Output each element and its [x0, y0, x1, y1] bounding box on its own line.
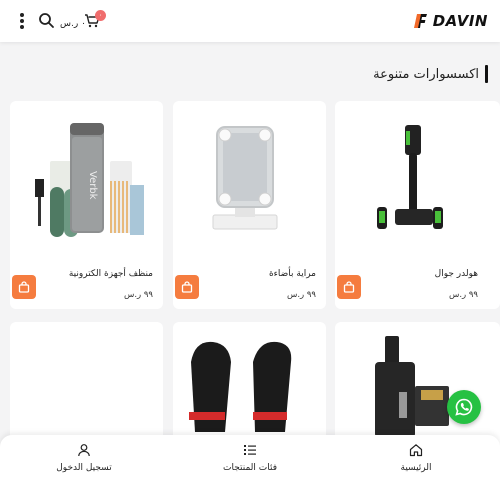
nav-categories-label: فئات المنتجات	[223, 463, 277, 473]
bottle-brand-text: Verbk	[87, 171, 98, 200]
brand-logo[interactable]: DAVIN	[413, 12, 488, 30]
product-name[interactable]: مراية بأضاءة	[269, 269, 316, 279]
nav-login-label: تسجيل الدخول	[56, 463, 112, 473]
home-icon	[409, 444, 423, 457]
cart-badge: ٠	[95, 10, 106, 21]
cart-total: ٠ ر.س	[60, 19, 86, 29]
product-card-mirror[interactable]: مراية بأضاءة ٩٩ ر.س	[173, 101, 326, 309]
section-title-bar	[485, 65, 488, 83]
user-icon	[78, 444, 90, 457]
bag-icon	[18, 281, 30, 293]
add-to-cart-button[interactable]	[12, 275, 36, 299]
product-price: ٩٩ ر.س	[123, 290, 153, 300]
section-title: اكسسوارات متنوعة	[373, 64, 488, 84]
product-image-cleaner: Verbk	[10, 101, 163, 261]
logo-text: DAVIN	[432, 12, 488, 30]
logo-mark-icon	[413, 13, 431, 29]
list-icon	[244, 445, 256, 455]
nav-home-label: الرئيسية	[400, 463, 432, 473]
product-image-mirror	[173, 101, 326, 261]
bag-icon	[343, 281, 355, 293]
product-price: ٩٩ ر.س	[286, 290, 316, 300]
product-price: ٩٩ ر.س	[448, 290, 478, 300]
product-card-cleaner[interactable]: Verbk منظف أجهزة الكترونية ٩٩ ر.س	[10, 101, 163, 309]
product-name[interactable]: منظف أجهزة الكترونية	[69, 269, 153, 279]
product-image-holder	[335, 101, 488, 261]
page: ٠ ر.س ٠ DAVIN اكسسوارات متنوعة Verbk منظ…	[0, 0, 500, 500]
bottom-nav: تسجيل الدخول فئات المنتجات الرئيسية	[0, 435, 500, 500]
whatsapp-icon	[455, 398, 473, 416]
product-name[interactable]: هولدر جوال	[435, 269, 478, 279]
cart-button[interactable]: ٠ ر.س ٠	[60, 10, 108, 33]
whatsapp-button[interactable]	[447, 390, 481, 424]
menu-dots-icon[interactable]	[14, 13, 30, 29]
add-to-cart-button[interactable]	[175, 275, 199, 299]
top-header: ٠ ر.س ٠ DAVIN	[0, 0, 500, 42]
nav-login[interactable]: تسجيل الدخول	[24, 443, 144, 483]
section-title-text: اكسسوارات متنوعة	[373, 66, 479, 82]
search-icon[interactable]	[38, 12, 55, 29]
nav-home[interactable]: الرئيسية	[356, 443, 476, 483]
add-to-cart-button[interactable]	[337, 275, 361, 299]
nav-categories[interactable]: فئات المنتجات	[190, 443, 310, 483]
product-card-holder[interactable]: هولدر جوال ٩٩ ر.س	[335, 101, 500, 309]
bag-icon	[181, 281, 193, 293]
